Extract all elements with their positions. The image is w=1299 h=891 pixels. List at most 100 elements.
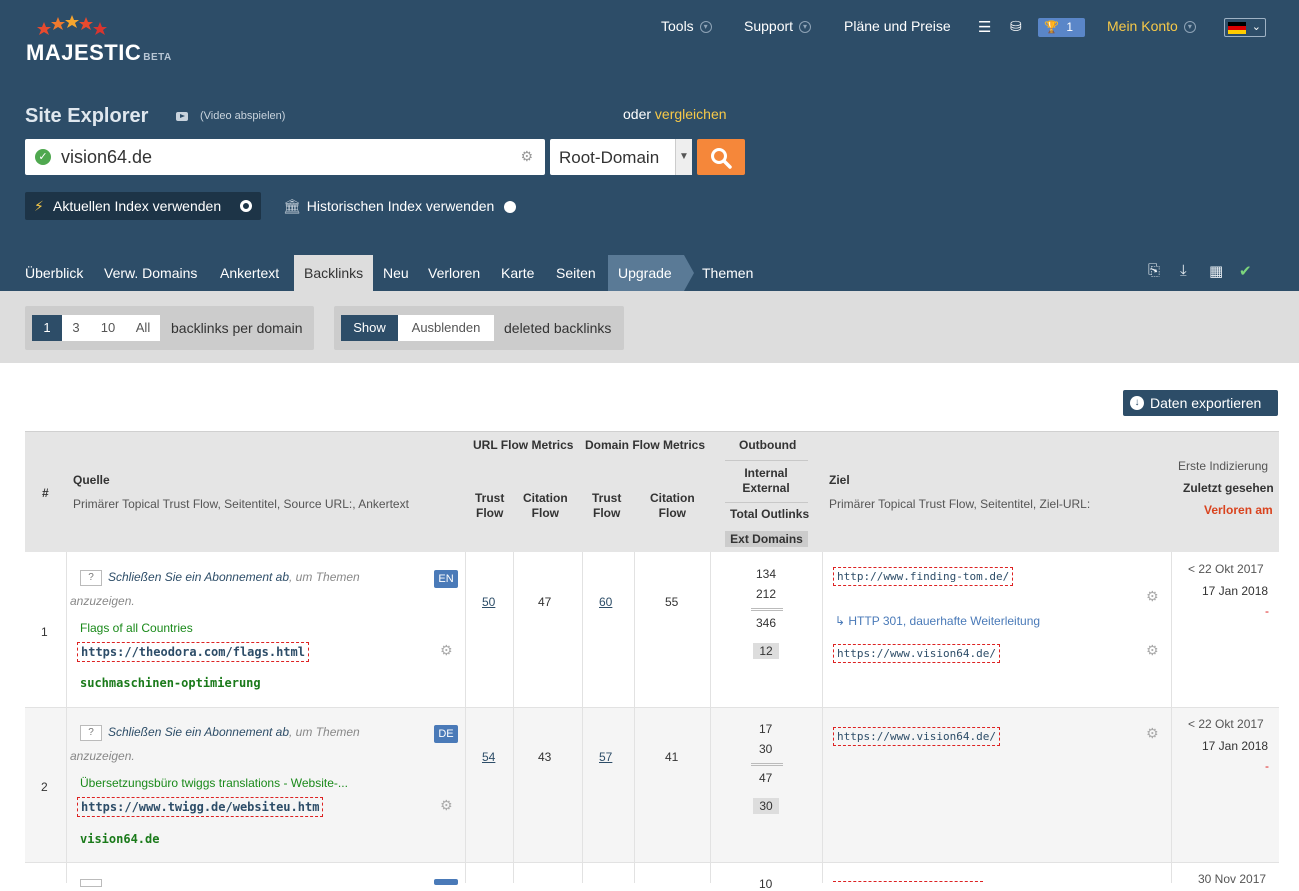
col-outbound: Outbound (739, 438, 797, 452)
gear-icon[interactable]: ⚙ (1146, 588, 1159, 605)
row-number: 1 (41, 625, 48, 639)
redirect-url-link[interactable]: https://www.vision64.de/ (833, 644, 1000, 663)
source-title: Flags of all Countries (80, 621, 193, 635)
video-label: (Video abspielen) (200, 110, 286, 122)
language-badge (434, 879, 458, 885)
redirect-label: HTTP 301, dauerhafte Weiterleitung (848, 614, 1041, 628)
question-icon[interactable] (80, 879, 102, 887)
per-domain-option-10[interactable]: 10 (90, 315, 126, 341)
per-domain-filter: 1 3 10 All backlinks per domain (25, 306, 314, 350)
source-url-link[interactable]: https://theodora.com/flags.html (77, 642, 309, 662)
language-badge: DE (434, 725, 458, 743)
plans-link[interactable]: Pläne und Preise (844, 18, 951, 34)
total-outlinks: 47 (759, 771, 773, 785)
show-deleted-option[interactable]: Show (341, 315, 398, 341)
per-domain-label: backlinks per domain (171, 320, 303, 336)
table-header: # Quelle Primärer Topical Trust Flow, Se… (25, 431, 1279, 552)
add-report-icon[interactable]: ⎘ (1148, 262, 1160, 279)
radio-unselected (504, 201, 517, 214)
compare-link[interactable]: vergleichen (655, 106, 727, 122)
col-source-sub: Primärer Topical Trust Flow, Seitentitel… (73, 497, 409, 511)
redirect-info: ↳ HTTP 301, dauerhafte Weiterleitung (835, 614, 1041, 628)
bank-icon: 🏛 (283, 198, 301, 214)
gear-icon[interactable]: ⚙ (1146, 642, 1159, 659)
tab-new[interactable]: Neu (383, 255, 409, 291)
col-domain-flow: Domain Flow Metrics (585, 438, 706, 452)
chevron-down-icon: ▾ (1183, 21, 1196, 34)
ext-domains: 12 (753, 643, 779, 659)
subscribe-link[interactable]: Schließen Sie ein Abonnement ab (108, 725, 289, 739)
chevron-down-icon: ▾ (799, 21, 812, 34)
search-button[interactable] (697, 139, 745, 175)
video-link[interactable]: (Video abspielen) (176, 110, 285, 122)
tab-ref-domains[interactable]: Verw. Domains (104, 255, 197, 291)
lost-date: - (1265, 604, 1269, 618)
tab-map[interactable]: Karte (501, 255, 534, 291)
language-selector[interactable]: ⌄ (1224, 18, 1266, 37)
question-icon[interactable]: ? (80, 570, 102, 586)
source-url-link[interactable]: https://www.twigg.de/websiteu.htm (77, 797, 324, 817)
col-url-citation-flow: Citation Flow (523, 491, 568, 520)
top-navigation: Tools ▾ Support ▾ Pläne und Preise ☰ ⛁ Mei… (0, 18, 1299, 38)
list-icon[interactable]: ☰ (978, 18, 991, 36)
search-value: vision64.de (61, 147, 153, 167)
tab-upgrade[interactable]: Upgrade (608, 255, 694, 291)
tab-anchor-text[interactable]: Ankertext (220, 255, 279, 291)
download-icon: ↓ (1130, 396, 1144, 410)
gear-icon[interactable]: ⚙ (440, 642, 453, 659)
col-domain-citation-flow: Citation Flow (650, 491, 695, 520)
target-url-link[interactable]: http://www.finding-tom.de/ (833, 567, 1014, 586)
per-domain-option-1[interactable]: 1 (32, 315, 62, 341)
domain-trust-flow-link[interactable]: 60 (599, 595, 612, 609)
export-button[interactable]: ↓ Daten exportieren (1123, 390, 1278, 416)
scope-value: Root-Domain (559, 148, 660, 167)
verify-icon[interactable]: ✔ (1239, 262, 1252, 280)
source-title: Übersetzungsbüro twiggs translations - W… (80, 776, 348, 790)
col-domain-trust-flow: Trust Flow (592, 491, 622, 520)
historic-index-label: Historischen Index verwenden (306, 198, 495, 214)
bucket-icon[interactable]: ⛁ (1010, 18, 1022, 35)
tab-lost[interactable]: Verloren (428, 255, 480, 291)
hide-deleted-option[interactable]: Ausblenden (398, 315, 494, 341)
per-domain-option-all[interactable]: All (126, 315, 160, 341)
gear-icon[interactable]: ⚙ (520, 148, 533, 165)
col-url-flow: URL Flow Metrics (473, 438, 574, 452)
header: MAJESTIC BETA Tools ▾ Support ▾ Pläne und P… (0, 0, 1299, 291)
search-input[interactable]: ✓ vision64.de ⚙ (25, 139, 545, 175)
domain-trust-flow-link[interactable]: 57 (599, 750, 612, 764)
historic-index-toggle[interactable]: 🏛 Historischen Index verwenden (283, 192, 517, 220)
report-icon[interactable]: ▦ (1209, 262, 1223, 280)
subscribe-link[interactable]: Schließen Sie ein Abonnement ab (108, 570, 289, 584)
account-menu[interactable]: Mein Konto ▾ (1107, 18, 1196, 34)
url-trust-flow-link[interactable]: 50 (482, 595, 495, 609)
logo-text: MAJESTIC (26, 40, 142, 65)
question-icon[interactable]: ? (80, 725, 102, 741)
target-url-link[interactable]: https://www.vision64.de/ (833, 727, 1000, 746)
filter-bar: 1 3 10 All backlinks per domain Show Aus… (0, 291, 1299, 363)
tab-backlinks[interactable]: Backlinks (294, 255, 374, 291)
download-icon[interactable]: ⤓ (1180, 262, 1187, 279)
tab-topics[interactable]: Themen (702, 255, 753, 291)
per-domain-option-3[interactable]: 3 (62, 315, 90, 341)
internal-outlinks: 10 (759, 877, 773, 891)
col-target-sub: Primärer Topical Trust Flow, Seitentitel… (829, 497, 1091, 511)
tools-menu[interactable]: Tools ▾ (661, 18, 712, 34)
table-row: 1 ? Schließen Sie ein Abonnement ab, um T… (25, 552, 1279, 708)
check-icon: ✓ (35, 149, 51, 165)
tab-overview[interactable]: Überblick (25, 255, 83, 291)
trophy-icon: 🏆 (1044, 20, 1059, 34)
gear-icon[interactable]: ⚙ (440, 797, 453, 814)
target-url-link[interactable] (833, 881, 983, 885)
current-index-toggle[interactable]: ⚡ Aktuellen Index verwenden (25, 192, 261, 220)
trophy-badge[interactable]: 🏆 1 (1038, 18, 1085, 37)
url-trust-flow-link[interactable]: 54 (482, 750, 495, 764)
support-menu[interactable]: Support ▾ (744, 18, 812, 34)
gear-icon[interactable]: ⚙ (1146, 725, 1159, 742)
tab-pages[interactable]: Seiten (556, 255, 596, 291)
account-label: Mein Konto (1107, 18, 1178, 34)
scope-select[interactable]: Root-Domain ▼ (550, 139, 692, 175)
col-last-seen: Zuletzt gesehen (1183, 481, 1274, 495)
anchor-text: vision64.de (80, 832, 160, 846)
col-num: # (42, 486, 49, 500)
domain-citation-flow: 55 (665, 595, 679, 609)
